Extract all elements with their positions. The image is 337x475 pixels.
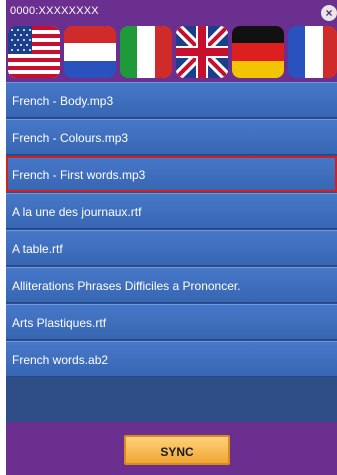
file-item-french-body[interactable]: French - Body.mp3 [6, 82, 337, 118]
file-item-arts-plastiques[interactable]: Arts Plastiques.rtf [6, 304, 337, 340]
file-item-a-table[interactable]: A table.rtf [6, 230, 337, 266]
file-item-french-first-words[interactable]: French - First words.mp3 [6, 156, 337, 192]
italy-flag-icon[interactable] [120, 26, 172, 78]
france-flag-icon[interactable] [288, 26, 337, 78]
uk-flag-icon[interactable] [176, 26, 228, 78]
close-icon[interactable]: × [321, 5, 337, 21]
sync-button[interactable]: SYNC [124, 435, 230, 465]
file-item-french-words[interactable]: French words.ab2 [6, 341, 337, 377]
footer-bar: SYNC [6, 422, 337, 475]
device-id-label: 0000:XXXXXXXX [10, 5, 99, 17]
germany-flag-icon[interactable] [232, 26, 284, 78]
file-item-alliterations[interactable]: Alliterations Phrases Difficiles a Prono… [6, 267, 337, 303]
file-list: French - Body.mp3 French - Colours.mp3 F… [6, 82, 337, 422]
file-item-french-colours[interactable]: French - Colours.mp3 [6, 119, 337, 155]
language-flag-bar [6, 22, 337, 82]
top-bar: 0000:XXXXXXXX × [6, 2, 337, 21]
file-item-a-la-une[interactable]: A la une des journaux.rtf [6, 193, 337, 229]
netherlands-flag-icon[interactable] [64, 26, 116, 78]
usa-flag-icon[interactable] [8, 26, 60, 78]
